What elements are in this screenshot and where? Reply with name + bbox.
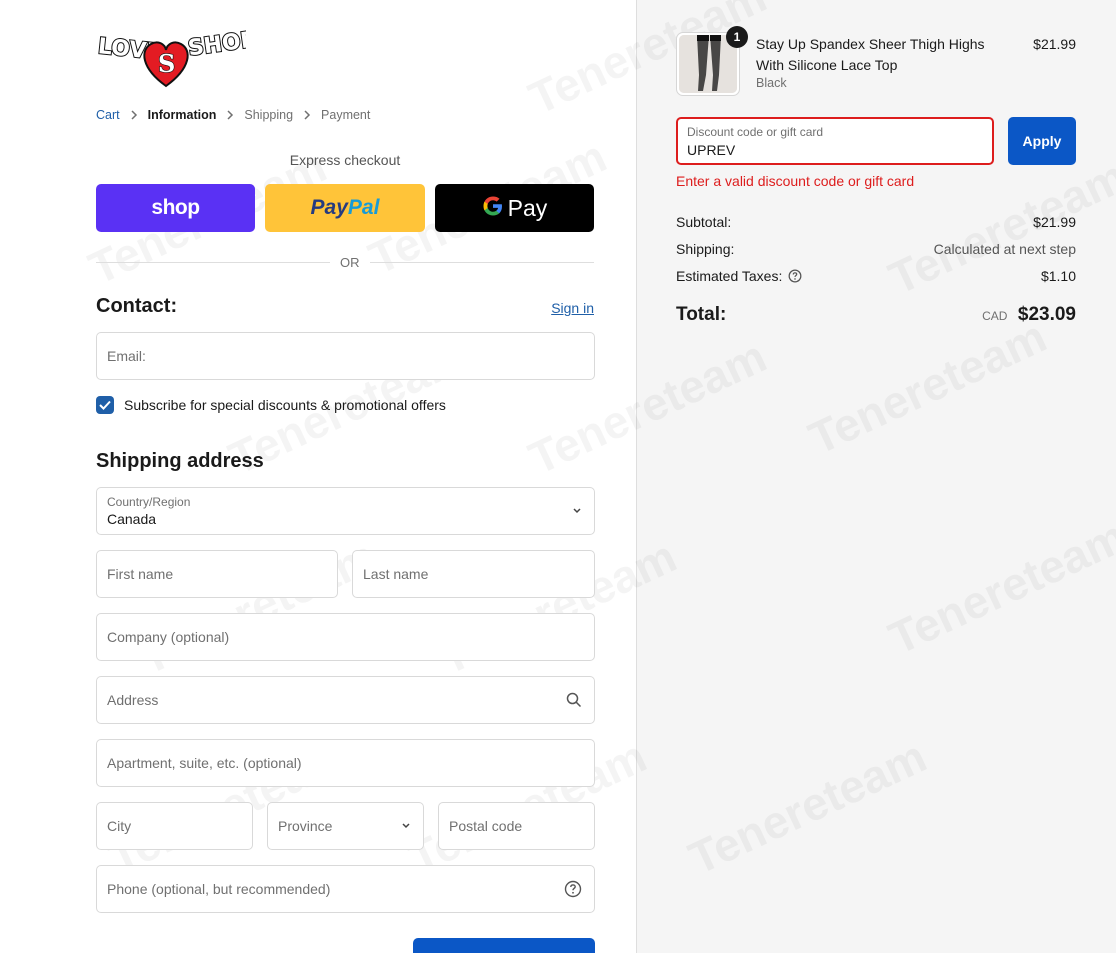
product-price: $21.99 <box>1033 36 1076 52</box>
breadcrumb: Cart Information Shipping Payment <box>96 108 370 122</box>
first-name-field[interactable] <box>96 550 338 598</box>
discount-code-label: Discount code or gift card <box>687 125 824 139</box>
google-pay-label: Pay <box>507 194 548 221</box>
shop-logo[interactable]: LOVE S SHOP <box>96 26 259 88</box>
last-name-field[interactable] <box>352 550 595 598</box>
search-icon <box>566 692 582 708</box>
shipping-label: Shipping: <box>676 241 735 257</box>
apartment-input[interactable] <box>107 755 584 771</box>
shop-pay-button[interactable]: shop <box>96 184 255 232</box>
taxes-value: $1.10 <box>1040 268 1076 284</box>
total-label: Total: <box>676 304 727 325</box>
express-checkout-title: Express checkout <box>289 152 401 168</box>
last-name-input[interactable] <box>363 566 584 582</box>
google-pay-button[interactable]: Pay <box>435 184 594 232</box>
quantity-badge: 1 <box>726 26 748 48</box>
subscribe-label: Subscribe for special discounts & promot… <box>124 397 446 413</box>
breadcrumb-payment: Payment <box>321 108 371 122</box>
province-value: Province <box>278 818 333 834</box>
taxes-row: Estimated Taxes: $1.10 <box>676 268 1076 284</box>
company-field[interactable] <box>96 613 595 661</box>
subtotal-label: Subtotal: <box>676 214 732 230</box>
phone-input[interactable] <box>107 881 584 897</box>
apartment-field[interactable] <box>96 739 595 787</box>
logo-text-shop: SHOP <box>186 28 246 62</box>
address-field[interactable] <box>96 676 595 724</box>
province-select[interactable]: Province <box>267 802 424 850</box>
total-currency: CAD <box>982 309 1008 323</box>
country-select[interactable]: Country/Region Canada <box>96 487 595 535</box>
breadcrumb-information: Information <box>147 108 217 122</box>
apply-label: Apply <box>1022 133 1062 149</box>
company-input[interactable] <box>107 629 584 645</box>
discount-error-message: Enter a valid discount code or gift card <box>676 173 915 189</box>
postal-code-input[interactable] <box>449 818 584 834</box>
phone-field[interactable] <box>96 865 595 913</box>
continue-to-shipping-button[interactable] <box>413 938 595 953</box>
chevron-down-icon <box>572 507 582 515</box>
country-label: Country/Region <box>107 495 191 509</box>
or-label: OR <box>330 255 370 270</box>
first-name-input[interactable] <box>107 566 327 582</box>
chevron-right-icon <box>226 110 234 120</box>
product-name: Stay Up Spandex Sheer Thigh Highs With S… <box>756 36 985 73</box>
city-input[interactable] <box>107 818 242 834</box>
logo-text-s: S <box>158 49 175 78</box>
chevron-right-icon <box>303 110 311 120</box>
subtotal-value: $21.99 <box>1033 214 1076 230</box>
help-circle-icon[interactable] <box>788 269 802 283</box>
signin-row: Sign in <box>96 300 594 318</box>
apply-discount-button[interactable]: Apply <box>1008 117 1076 165</box>
total-row: Total: CAD $23.09 <box>676 304 1076 326</box>
paypal-button[interactable]: PayPal <box>265 184 425 232</box>
breadcrumb-cart[interactable]: Cart <box>96 108 120 122</box>
shop-pay-label: shop <box>151 196 200 219</box>
breadcrumb-shipping: Shipping <box>244 108 294 122</box>
help-circle-icon[interactable] <box>564 880 582 898</box>
discount-code-value[interactable]: UPREV <box>687 142 983 158</box>
checkmark-icon <box>99 400 111 410</box>
subtotal-row: Subtotal: $21.99 <box>676 214 1076 230</box>
shipping-value: Calculated at next step <box>933 241 1076 257</box>
chevron-down-icon <box>401 822 411 830</box>
subscribe-checkbox[interactable] <box>96 396 114 414</box>
sign-in-link[interactable]: Sign in <box>551 300 594 316</box>
paypal-logo: PayPal <box>310 196 380 219</box>
email-field[interactable] <box>96 332 595 380</box>
taxes-label: Estimated Taxes: <box>676 268 783 284</box>
product-variant: Black <box>756 76 787 90</box>
email-input[interactable] <box>107 348 584 364</box>
postal-code-field[interactable] <box>438 802 595 850</box>
total-amount: $23.09 <box>1017 304 1076 325</box>
country-value: Canada <box>107 511 157 527</box>
product-thumbnail: 1 <box>676 26 748 96</box>
chevron-right-icon <box>130 110 138 120</box>
city-field[interactable] <box>96 802 253 850</box>
address-input[interactable] <box>107 692 584 708</box>
shipping-address-title: Shipping address <box>96 450 264 472</box>
google-g-icon <box>482 195 504 222</box>
discount-code-field[interactable]: Discount code or gift card UPREV <box>676 117 994 165</box>
subscribe-row[interactable]: Subscribe for special discounts & promot… <box>96 396 446 414</box>
shipping-row: Shipping: Calculated at next step <box>676 241 1076 257</box>
